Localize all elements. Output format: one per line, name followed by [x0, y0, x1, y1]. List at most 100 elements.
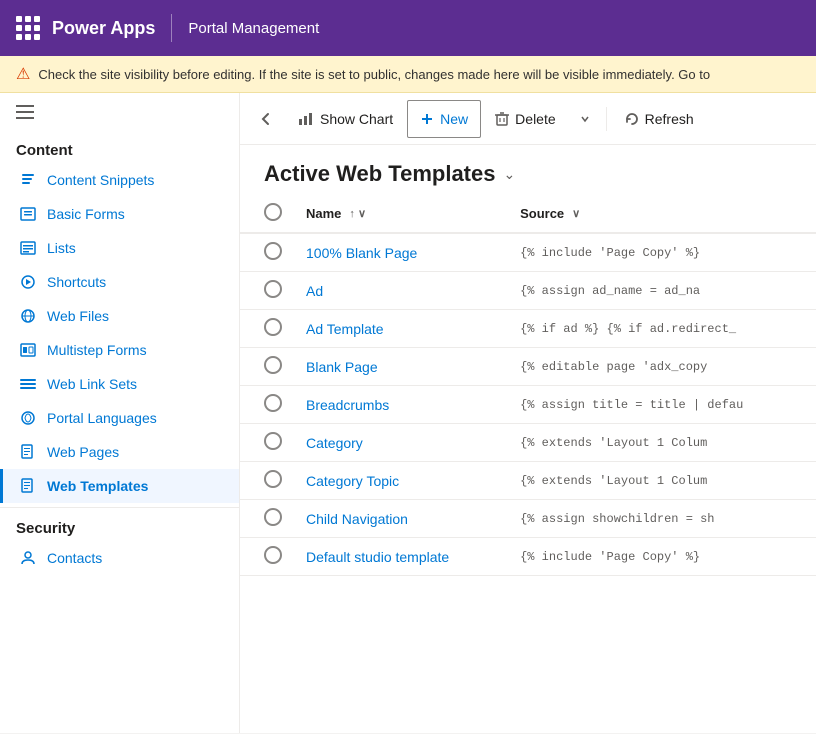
sidebar-item-content-snippets[interactable]: Content Snippets [0, 163, 239, 197]
toolbar: Show Chart New Delete [240, 93, 816, 145]
row-radio[interactable] [264, 394, 282, 412]
content-section-title: Content [0, 134, 239, 163]
top-bar: Power Apps Portal Management [0, 0, 816, 56]
warning-text: Check the site visibility before editing… [38, 67, 710, 82]
web-pages-icon [19, 443, 37, 461]
content-area: Show Chart New Delete [240, 93, 816, 733]
row-radio-cell[interactable] [240, 233, 290, 272]
multistep-forms-icon [19, 341, 37, 359]
sidebar-item-label: Basic Forms [47, 206, 125, 222]
lists-icon [19, 239, 37, 257]
row-radio[interactable] [264, 508, 282, 526]
row-radio[interactable] [264, 432, 282, 450]
main-layout: Content Content Snippets Basic Forms Lis… [0, 93, 816, 733]
row-radio[interactable] [264, 546, 282, 564]
delete-label: Delete [515, 111, 555, 127]
title-dropdown-icon[interactable]: ⌄ [503, 166, 515, 183]
table-row: Category Topic {% extends 'Layout 1 Colu… [240, 462, 816, 500]
name-column-header[interactable]: Name ↑ ∨ [290, 195, 504, 233]
app-grid-icon[interactable] [16, 16, 40, 40]
sidebar-item-web-files[interactable]: Web Files [0, 299, 239, 333]
source-column-header[interactable]: Source ∨ [504, 195, 816, 233]
sidebar-item-label: Lists [47, 240, 76, 256]
row-radio-cell[interactable] [240, 348, 290, 386]
table-row: Breadcrumbs {% assign title = title | de… [240, 386, 816, 424]
table-row: Blank Page {% editable page 'adx_copy [240, 348, 816, 386]
row-source-cell: {% editable page 'adx_copy [504, 348, 816, 386]
sidebar-item-label: Web Pages [47, 444, 119, 460]
delete-button[interactable]: Delete [483, 100, 567, 138]
sidebar-item-basic-forms[interactable]: Basic Forms [0, 197, 239, 231]
new-label: New [440, 111, 468, 127]
source-sort-icon: ∨ [572, 207, 580, 220]
row-source-cell: {% assign showchildren = sh [504, 500, 816, 538]
new-button[interactable]: New [407, 100, 481, 138]
row-name-cell[interactable]: Ad [290, 272, 504, 310]
row-name-cell[interactable]: Ad Template [290, 310, 504, 348]
sidebar-item-label: Portal Languages [47, 410, 157, 426]
row-name-cell[interactable]: 100% Blank Page [290, 233, 504, 272]
row-radio-cell[interactable] [240, 272, 290, 310]
sidebar-item-lists[interactable]: Lists [0, 231, 239, 265]
row-radio-cell[interactable] [240, 538, 290, 576]
table-row: Ad Template {% if ad %} {% if ad.redirec… [240, 310, 816, 348]
table-row: Ad {% assign ad_name = ad_na [240, 272, 816, 310]
row-name-cell[interactable]: Category [290, 424, 504, 462]
web-files-icon [19, 307, 37, 325]
page-title: Active Web Templates [264, 161, 495, 187]
row-source-cell: {% assign title = title | defau [504, 386, 816, 424]
row-source-cell: {% extends 'Layout 1 Colum [504, 462, 816, 500]
sidebar-item-multistep-forms[interactable]: Multistep Forms [0, 333, 239, 367]
sidebar: Content Content Snippets Basic Forms Lis… [0, 93, 240, 733]
sidebar-item-contacts[interactable]: Contacts [0, 541, 239, 575]
row-name-cell[interactable]: Child Navigation [290, 500, 504, 538]
toolbar-separator [606, 107, 607, 131]
row-radio[interactable] [264, 242, 282, 260]
web-link-sets-icon [19, 375, 37, 393]
header-radio[interactable] [264, 203, 282, 221]
row-radio-cell[interactable] [240, 462, 290, 500]
basic-forms-icon [19, 205, 37, 223]
portal-languages-icon [19, 409, 37, 427]
row-radio[interactable] [264, 356, 282, 374]
row-radio-cell[interactable] [240, 424, 290, 462]
row-source-cell: {% assign ad_name = ad_na [504, 272, 816, 310]
refresh-button[interactable]: Refresh [613, 100, 706, 138]
sidebar-item-web-pages[interactable]: Web Pages [0, 435, 239, 469]
delete-dropdown-button[interactable] [570, 101, 600, 137]
row-source-cell: {% include 'Page Copy' %} [504, 538, 816, 576]
sidebar-item-portal-languages[interactable]: Portal Languages [0, 401, 239, 435]
row-name-cell[interactable]: Default studio template [290, 538, 504, 576]
security-section-title: Security [0, 507, 239, 541]
row-radio[interactable] [264, 280, 282, 298]
row-radio-cell[interactable] [240, 310, 290, 348]
data-table: Name ↑ ∨ Source ∨ [240, 195, 816, 576]
table-row: Child Navigation {% assign showchildren … [240, 500, 816, 538]
row-radio-cell[interactable] [240, 500, 290, 538]
sidebar-item-web-templates[interactable]: Web Templates [0, 469, 239, 503]
row-name-cell[interactable]: Blank Page [290, 348, 504, 386]
checkbox-column-header [240, 195, 290, 233]
delete-icon [495, 112, 509, 126]
row-name-cell[interactable]: Breadcrumbs [290, 386, 504, 424]
show-chart-button[interactable]: Show Chart [286, 100, 405, 138]
row-source-cell: {% include 'Page Copy' %} [504, 233, 816, 272]
row-radio[interactable] [264, 318, 282, 336]
table-header: Active Web Templates ⌄ [240, 145, 816, 195]
back-button[interactable] [248, 101, 284, 137]
top-bar-divider [171, 14, 172, 42]
row-name-cell[interactable]: Category Topic [290, 462, 504, 500]
hamburger-button[interactable] [0, 93, 239, 134]
row-radio-cell[interactable] [240, 386, 290, 424]
sidebar-item-web-link-sets[interactable]: Web Link Sets [0, 367, 239, 401]
sort-icon: ↑ ∨ [349, 207, 366, 220]
sidebar-item-label: Web Link Sets [47, 376, 137, 392]
plus-icon [420, 112, 434, 126]
sidebar-item-label: Web Templates [47, 478, 148, 494]
refresh-label: Refresh [645, 111, 694, 127]
warning-icon: ⚠ [16, 64, 30, 84]
warning-bar: ⚠ Check the site visibility before editi… [0, 56, 816, 93]
web-templates-icon [19, 477, 37, 495]
row-radio[interactable] [264, 470, 282, 488]
sidebar-item-shortcuts[interactable]: Shortcuts [0, 265, 239, 299]
